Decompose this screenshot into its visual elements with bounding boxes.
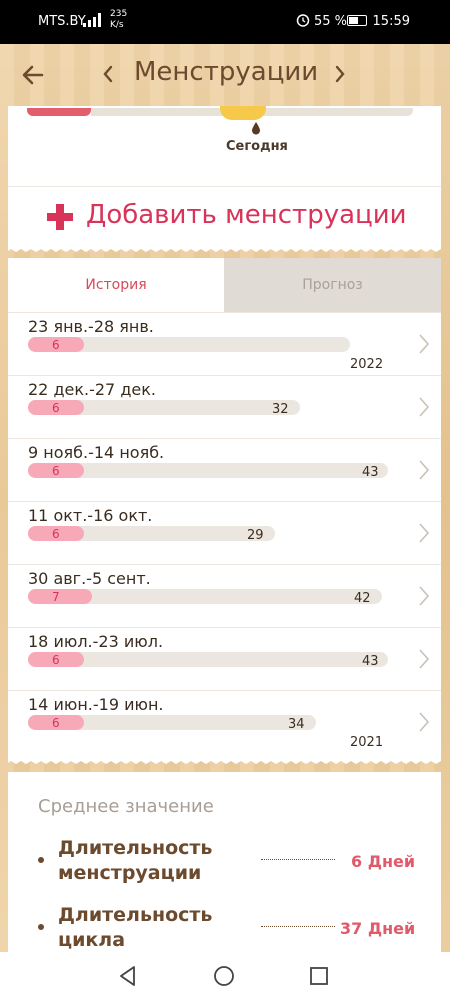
period-progress-segment — [27, 108, 91, 116]
chevron-right-icon — [419, 523, 430, 543]
history-row[interactable]: 23 янв.-28 янв. 6 2022 — [8, 312, 441, 376]
network-speed: 235 K/s — [110, 9, 128, 30]
divider — [8, 186, 441, 187]
chevron-right-icon — [419, 460, 430, 480]
period-length-label: Длительность менструации — [58, 837, 213, 884]
dotted-leader — [261, 859, 335, 860]
cycle-days: 43 — [362, 654, 379, 669]
cycle-days: 29 — [247, 528, 264, 543]
tab-history[interactable]: История — [8, 258, 224, 312]
nav-back-icon[interactable] — [117, 965, 139, 987]
history-row[interactable]: 30 авг.-5 сент. 7 42 — [8, 564, 441, 628]
chevron-right-icon — [419, 649, 430, 669]
tab-forecast[interactable]: Прогноз — [224, 258, 441, 312]
cycle-length-value: 37 Дней — [340, 919, 416, 938]
cycle-days: 34 — [288, 717, 305, 732]
history-row[interactable]: 14 июн.-19 июн. 6 34 2021 — [8, 690, 441, 754]
date-range: 30 авг.-5 сент. — [28, 569, 151, 588]
card-edge — [8, 759, 441, 764]
add-period-button[interactable]: Добавить менструации — [86, 200, 407, 230]
cycle-days: 42 — [354, 591, 371, 606]
date-range: 22 дек.-27 дек. — [28, 380, 156, 399]
carrier-label: MTS.BY — [38, 14, 86, 29]
date-range: 9 нояб.-14 нояб. — [28, 443, 165, 462]
card-edge — [8, 247, 441, 252]
cycle-days: 43 — [362, 465, 379, 480]
dotted-leader — [261, 926, 335, 927]
status-bar: MTS.BY 235 K/s 55 % 15:59 — [0, 0, 450, 44]
nav-recent-apps-icon[interactable] — [309, 966, 329, 986]
date-range: 14 июн.-19 июн. — [28, 695, 164, 714]
alarm-icon — [296, 14, 310, 27]
period-days: 6 — [52, 338, 60, 352]
today-marker — [220, 106, 266, 120]
chevron-right-icon — [419, 334, 430, 354]
date-range: 23 янв.-28 янв. — [28, 317, 154, 336]
bullet — [38, 924, 44, 930]
history-row[interactable]: 18 июл.-23 июл. 6 43 — [8, 627, 441, 691]
today-label: Сегодня — [226, 139, 288, 154]
chevron-right-icon — [419, 397, 430, 417]
chevron-right-icon — [419, 712, 430, 732]
period-length-value: 6 Дней — [351, 852, 416, 871]
cycle-length-label: Длительность цикла — [58, 904, 213, 951]
battery-percent: 55 % — [314, 14, 348, 29]
date-range: 18 июл.-23 июл. — [28, 632, 164, 651]
period-days: 6 — [52, 464, 60, 478]
date-range: 11 окт.-16 окт. — [28, 506, 153, 525]
year-label: 2021 — [350, 735, 384, 750]
clock: 15:59 — [372, 14, 410, 29]
drop-icon — [252, 122, 260, 135]
bullet — [38, 857, 44, 863]
app-header: Менструации — [0, 44, 450, 106]
average-card: Среднее значение Длительность менструации… — [8, 772, 441, 952]
system-nav-bar — [0, 952, 450, 1000]
period-days: 7 — [52, 590, 60, 604]
history-card: История Прогноз 23 янв.-28 янв. 6 2022 2… — [8, 258, 441, 760]
period-days: 6 — [52, 716, 60, 730]
back-arrow-icon[interactable] — [20, 62, 46, 88]
battery-icon — [347, 15, 367, 26]
year-label: 2022 — [350, 357, 384, 372]
previous-chevron-icon[interactable] — [100, 64, 116, 84]
period-days: 6 — [52, 653, 60, 667]
average-title: Среднее значение — [38, 796, 214, 817]
chevron-right-icon — [419, 586, 430, 606]
cycle-overview-card: Сегодня Добавить менструации — [8, 106, 441, 248]
cycle-days: 32 — [272, 402, 289, 417]
plus-icon[interactable] — [46, 203, 74, 231]
period-days: 6 — [52, 401, 60, 415]
history-row[interactable]: 11 окт.-16 окт. 6 29 — [8, 501, 441, 565]
period-days: 6 — [52, 527, 60, 541]
next-chevron-icon[interactable] — [332, 64, 348, 84]
period-bar — [28, 589, 92, 604]
history-row[interactable]: 22 дек.-27 дек. 6 32 — [8, 375, 441, 439]
nav-home-icon[interactable] — [213, 965, 235, 987]
page-title: Менструации — [134, 57, 319, 87]
signal-icon — [83, 13, 101, 27]
history-row[interactable]: 9 нояб.-14 нояб. 6 43 — [8, 438, 441, 502]
